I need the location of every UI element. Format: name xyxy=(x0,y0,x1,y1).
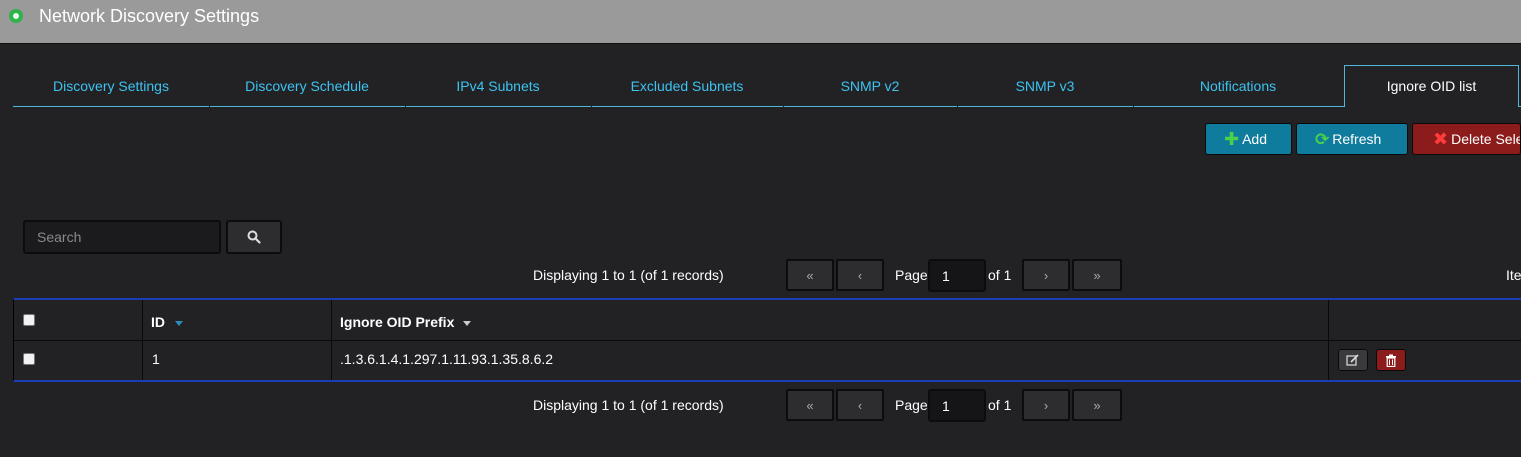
tab-divider xyxy=(209,105,210,107)
first-page-button[interactable]: « xyxy=(786,259,834,291)
pager-summary: Displaying 1 to 1 (of 1 records) xyxy=(533,267,724,283)
row-id-cell: 1 xyxy=(143,341,332,380)
tab-divider xyxy=(957,105,958,107)
last-page-button[interactable]: » xyxy=(1072,259,1122,291)
page-label: Page xyxy=(895,267,928,283)
sort-desc-icon xyxy=(463,321,471,326)
tab-ignore-oid-list[interactable]: Ignore OID list xyxy=(1344,65,1519,107)
tab-snmp-v2[interactable]: SNMP v2 xyxy=(783,65,957,107)
header-id-label: ID xyxy=(151,314,165,330)
tab-bar: Discovery Settings Discovery Schedule IP… xyxy=(13,65,1521,107)
header-id[interactable]: ID xyxy=(143,300,332,341)
prev-page-button[interactable]: ‹ xyxy=(836,259,884,291)
refresh-icon: ⟳ xyxy=(1315,129,1330,149)
edit-button[interactable] xyxy=(1338,349,1368,371)
page-count-label-bottom: of 1 xyxy=(988,397,1012,413)
header-prefix-label: Ignore OID Prefix xyxy=(340,314,455,330)
delete-button-label: Delete Sele xyxy=(1451,131,1521,147)
pager-summary-bottom: Displaying 1 to 1 (of 1 records) xyxy=(533,397,724,413)
status-dot-icon xyxy=(9,9,23,23)
page-number-input-bottom[interactable] xyxy=(928,389,986,422)
search-button[interactable] xyxy=(226,220,282,254)
tab-ipv4-subnets[interactable]: IPv4 Subnets xyxy=(405,65,591,107)
tab-discovery-schedule[interactable]: Discovery Schedule xyxy=(209,65,405,107)
row-select-cell xyxy=(14,341,143,380)
tab-excluded-subnets[interactable]: Excluded Subnets xyxy=(591,65,783,107)
page-number-input[interactable] xyxy=(928,259,986,292)
trash-icon xyxy=(1386,354,1396,367)
first-page-button-bottom[interactable]: « xyxy=(786,389,834,421)
page-label-bottom: Page xyxy=(895,397,928,413)
tab-notifications[interactable]: Notifications xyxy=(1133,65,1343,107)
page-count-label: of 1 xyxy=(988,267,1012,283)
tab-discovery-settings[interactable]: Discovery Settings xyxy=(13,65,209,107)
items-per-page-label: Ite xyxy=(1506,267,1521,283)
magnifier-icon xyxy=(247,230,261,244)
row-actions-cell xyxy=(1329,341,1521,380)
sort-desc-icon xyxy=(175,321,183,326)
tab-divider xyxy=(783,105,784,107)
next-page-button-bottom[interactable]: › xyxy=(1022,389,1070,421)
tab-snmp-v3[interactable]: SNMP v3 xyxy=(957,65,1133,107)
header-actions xyxy=(1329,300,1521,341)
x-icon: ✖ xyxy=(1433,129,1449,149)
prev-page-button-bottom[interactable]: ‹ xyxy=(836,389,884,421)
select-all-checkbox[interactable] xyxy=(23,314,35,326)
header-ignore-oid-prefix[interactable]: Ignore OID Prefix xyxy=(332,300,1329,341)
tab-divider xyxy=(405,105,406,107)
ignore-oid-grid: ID Ignore OID Prefix 1 .1.3.6.1.4.1.297.… xyxy=(13,298,1521,382)
refresh-button-label: Refresh xyxy=(1332,131,1382,147)
tab-divider xyxy=(591,105,592,107)
row-checkbox[interactable] xyxy=(23,353,35,365)
add-button-label: Add xyxy=(1242,131,1268,147)
search-input[interactable] xyxy=(23,220,221,254)
row-id: 1 xyxy=(152,351,160,367)
page-title: Network Discovery Settings xyxy=(39,6,260,26)
header-select-cell xyxy=(14,300,143,341)
refresh-button[interactable]: ⟳ Refresh xyxy=(1296,123,1408,155)
title-bar: Network Discovery Settings xyxy=(0,0,1521,44)
next-page-button[interactable]: › xyxy=(1022,259,1070,291)
edit-icon xyxy=(1346,354,1359,366)
row-oid-prefix: .1.3.6.1.4.1.297.1.11.93.1.35.8.6.2 xyxy=(340,351,554,367)
last-page-button-bottom[interactable]: » xyxy=(1072,389,1122,421)
tab-divider xyxy=(1133,105,1134,107)
plus-icon: ✚ xyxy=(1224,129,1240,149)
add-button[interactable]: ✚ Add xyxy=(1205,123,1292,155)
row-prefix-cell: .1.3.6.1.4.1.297.1.11.93.1.35.8.6.2 xyxy=(332,341,1329,380)
delete-row-button[interactable] xyxy=(1376,349,1406,371)
delete-selected-button[interactable]: ✖ Delete Sele xyxy=(1412,123,1521,155)
